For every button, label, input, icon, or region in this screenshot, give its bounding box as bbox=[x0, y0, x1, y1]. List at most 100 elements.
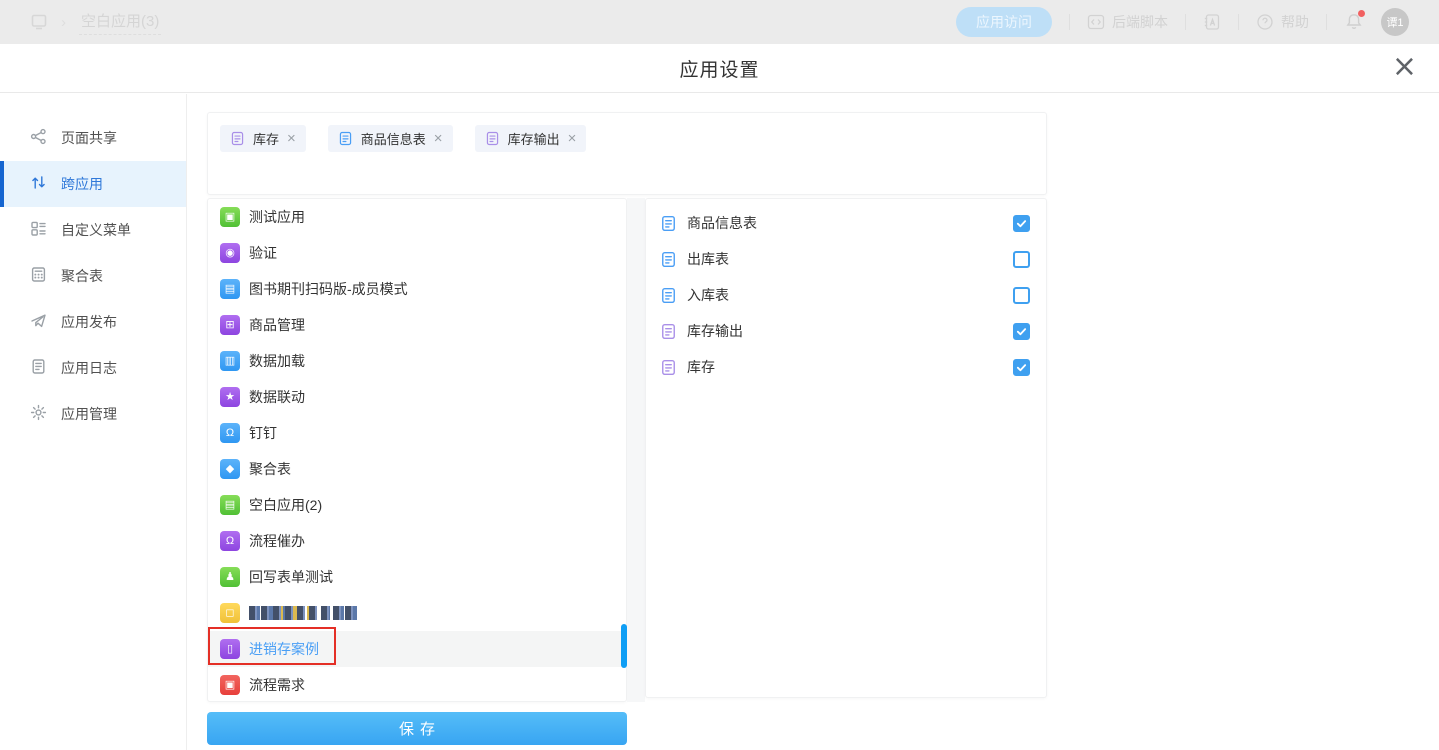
tag-chip[interactable]: 商品信息表 × bbox=[328, 125, 453, 152]
sidebar-item-label: 应用日志 bbox=[61, 358, 117, 378]
app-row[interactable]: ▯ 进销存案例 bbox=[208, 631, 626, 667]
app-row[interactable]: ▤ 图书期刊扫码版-成员模式 bbox=[208, 271, 626, 307]
help-label: 帮助 bbox=[1281, 12, 1309, 32]
address-book-button[interactable] bbox=[1203, 13, 1221, 31]
worksheet-icon bbox=[660, 287, 677, 304]
sidebar-item-label: 聚合表 bbox=[61, 266, 103, 286]
tag-label: 库存 bbox=[253, 129, 279, 148]
check-icon bbox=[1016, 218, 1027, 229]
dialog-header: 应用设置 × bbox=[0, 44, 1439, 93]
help-circle-icon bbox=[1256, 13, 1274, 31]
worksheet-checkbox[interactable] bbox=[1013, 251, 1030, 268]
sidebar-item-label: 自定义菜单 bbox=[61, 220, 131, 240]
sidebar-item-2[interactable]: 自定义菜单 bbox=[0, 207, 186, 253]
clipboard-icon: ▥ bbox=[220, 351, 240, 371]
app-label: 聚合表 bbox=[249, 459, 291, 479]
log-icon bbox=[30, 358, 47, 378]
app-row[interactable]: ♟ 回写表单测试 bbox=[208, 559, 626, 595]
address-book-icon bbox=[1203, 13, 1221, 31]
worksheet-row[interactable]: 商品信息表 bbox=[646, 205, 1046, 241]
app-label: 流程催办 bbox=[249, 531, 305, 551]
help-button[interactable]: 帮助 bbox=[1256, 12, 1309, 32]
sidebar-item-5[interactable]: 应用日志 bbox=[0, 345, 186, 391]
app-row[interactable]: ◉ 验证 bbox=[208, 235, 626, 271]
worksheet-checkbox[interactable] bbox=[1013, 215, 1030, 232]
sidebar-item-label: 跨应用 bbox=[61, 174, 103, 194]
close-icon[interactable]: × bbox=[1392, 52, 1417, 82]
app-settings-screen: › 空白应用(3) 应用访问 后端脚本 bbox=[0, 0, 1439, 750]
grid-icon: ⊞ bbox=[220, 315, 240, 335]
app-label: 数据联动 bbox=[249, 387, 305, 407]
worksheet-label: 商品信息表 bbox=[687, 213, 1003, 233]
app-row[interactable]: Ω 钉钉 bbox=[208, 415, 626, 451]
remove-tag-icon[interactable]: × bbox=[434, 131, 443, 146]
worksheet-row[interactable]: 库存 bbox=[646, 349, 1046, 385]
app-access-button[interactable]: 应用访问 bbox=[956, 7, 1052, 37]
custom-menu-icon bbox=[30, 220, 47, 240]
sidebar-item-1[interactable]: 跨应用 bbox=[0, 161, 186, 207]
app-label: 进销存案例 bbox=[249, 639, 319, 659]
worksheet-icon bbox=[660, 359, 677, 376]
tag-chip[interactable]: 库存 × bbox=[220, 125, 306, 152]
person-icon: ♟ bbox=[220, 567, 240, 587]
remove-tag-icon[interactable]: × bbox=[568, 131, 577, 146]
card-icon: ▤ bbox=[220, 495, 240, 515]
app-row[interactable]: Ω 流程催办 bbox=[208, 523, 626, 559]
dialog-title: 应用设置 bbox=[679, 55, 759, 82]
backend-script-button[interactable]: 后端脚本 bbox=[1087, 12, 1168, 32]
app-label: 数据加载 bbox=[249, 351, 305, 371]
app-title[interactable]: 空白应用(3) bbox=[79, 9, 161, 35]
divider bbox=[1185, 14, 1186, 30]
bell-icon: Ω bbox=[220, 531, 240, 551]
tag-label: 库存输出 bbox=[508, 129, 560, 148]
sidebar-item-3[interactable]: 聚合表 bbox=[0, 253, 186, 299]
shop-icon: ▣ bbox=[220, 207, 240, 227]
sidebar-item-4[interactable]: 应用发布 bbox=[0, 299, 186, 345]
app-row[interactable]: ◻ bbox=[208, 595, 626, 631]
worksheet-checkbox[interactable] bbox=[1013, 359, 1030, 376]
worksheet-label: 库存 bbox=[687, 357, 1003, 377]
worksheet-checkbox[interactable] bbox=[1013, 287, 1030, 304]
tag-chip[interactable]: 库存输出 × bbox=[475, 125, 587, 152]
app-label: 钉钉 bbox=[249, 423, 277, 443]
app-label: 测试应用 bbox=[249, 207, 305, 227]
divider bbox=[1238, 14, 1239, 30]
tag-icon: ◆ bbox=[220, 459, 240, 479]
camera-icon: ◉ bbox=[220, 243, 240, 263]
notification-dot bbox=[1358, 10, 1365, 17]
app-row[interactable]: ▤ 空白应用(2) bbox=[208, 487, 626, 523]
worksheet-row[interactable]: 出库表 bbox=[646, 241, 1046, 277]
tag-label: 商品信息表 bbox=[361, 129, 426, 148]
app-label: 商品管理 bbox=[249, 315, 305, 335]
sidebar-item-0[interactable]: 页面共享 bbox=[0, 115, 186, 161]
sidebar-item-label: 应用管理 bbox=[61, 404, 117, 424]
worksheet-row[interactable]: 库存输出 bbox=[646, 313, 1046, 349]
star-icon: ★ bbox=[220, 387, 240, 407]
worksheet-icon bbox=[230, 131, 245, 146]
redacted-app-name bbox=[249, 606, 357, 620]
worksheet-icon bbox=[338, 131, 353, 146]
remove-tag-icon[interactable]: × bbox=[287, 131, 296, 146]
app-row[interactable]: ◆ 聚合表 bbox=[208, 451, 626, 487]
app-list-panel: ▣ 测试应用 ◉ 验证 ▤ 图书期刊扫码版-成员模式 ⊞ 商品管理 ▥ 数据加载… bbox=[207, 198, 627, 702]
avatar[interactable]: 谭1 bbox=[1381, 8, 1409, 36]
topbar: › 空白应用(3) 应用访问 后端脚本 bbox=[0, 0, 1439, 44]
scrollbar-thumb[interactable] bbox=[621, 624, 627, 668]
app-row[interactable]: ▣ 测试应用 bbox=[208, 199, 626, 235]
save-button[interactable]: 保存 bbox=[207, 712, 627, 745]
card-icon: ▤ bbox=[220, 279, 240, 299]
worksheet-row[interactable]: 入库表 bbox=[646, 277, 1046, 313]
worksheet-label: 出库表 bbox=[687, 249, 1003, 269]
worksheet-checkbox[interactable] bbox=[1013, 323, 1030, 340]
app-row[interactable]: ▣ 流程需求 bbox=[208, 667, 626, 702]
app-row[interactable]: ▥ 数据加载 bbox=[208, 343, 626, 379]
sidebar-item-6[interactable]: 应用管理 bbox=[0, 391, 186, 437]
worksheet-label: 入库表 bbox=[687, 285, 1003, 305]
app-row[interactable]: ⊞ 商品管理 bbox=[208, 307, 626, 343]
app-window-icon[interactable] bbox=[30, 13, 48, 31]
box-icon: ▣ bbox=[220, 675, 240, 695]
swap-vertical-icon bbox=[30, 174, 47, 194]
notifications-bell-button[interactable] bbox=[1344, 12, 1364, 32]
app-row[interactable]: ★ 数据联动 bbox=[208, 379, 626, 415]
worksheet-icon bbox=[660, 323, 677, 340]
